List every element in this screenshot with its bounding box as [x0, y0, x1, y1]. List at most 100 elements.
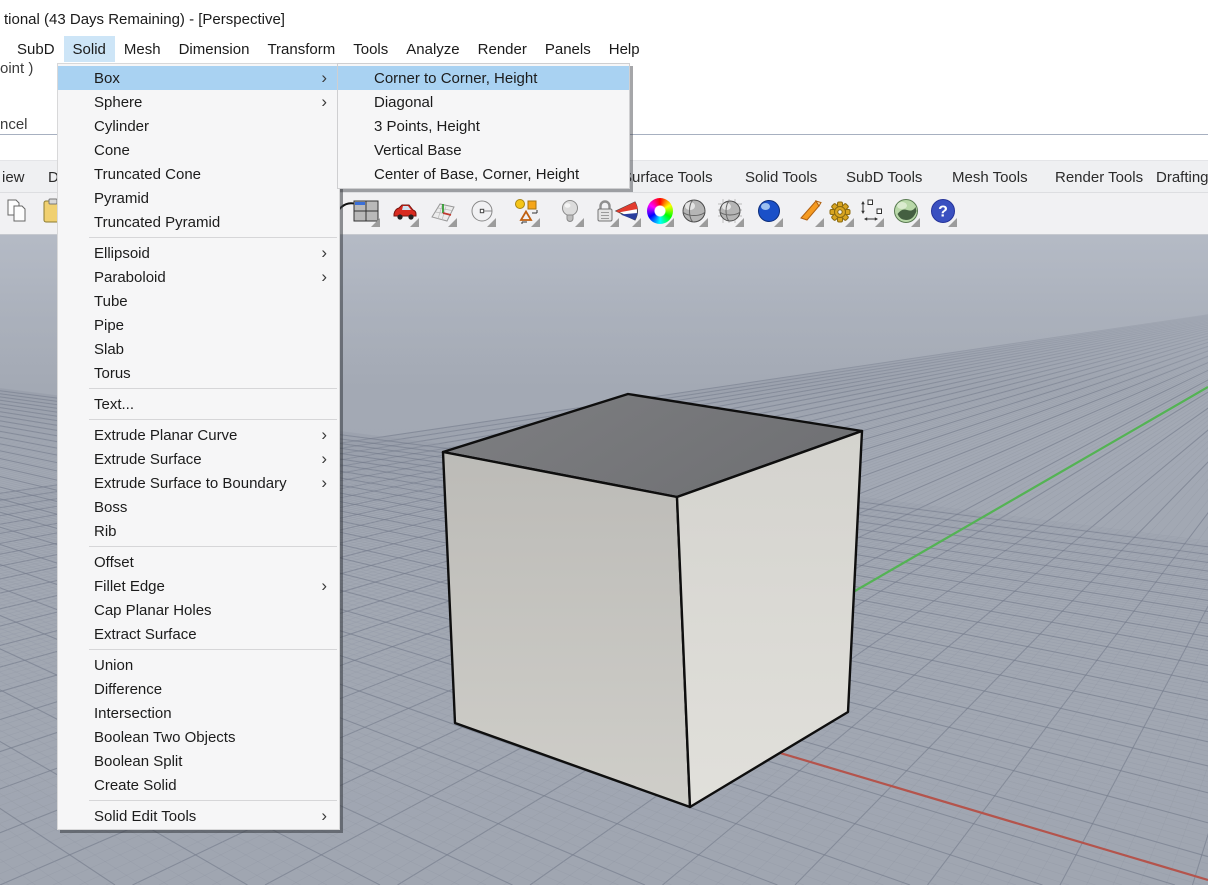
- menu-item-label: Tube: [94, 293, 128, 310]
- menu-separator: [58, 543, 339, 550]
- tab-mesh-tools[interactable]: Mesh Tools: [952, 169, 1028, 186]
- menubar-item-analyze[interactable]: Analyze: [397, 36, 468, 62]
- solid-menu-item-fillet-edge[interactable]: Fillet Edge›: [58, 574, 339, 598]
- menu-item-label: Ellipsoid: [94, 245, 150, 262]
- menu-item-label: Solid Edit Tools: [94, 808, 196, 825]
- menu-separator: [58, 385, 339, 392]
- menubar-item-solid[interactable]: Solid: [64, 36, 115, 62]
- solid-menu-item-truncated-pyramid[interactable]: Truncated Pyramid: [58, 210, 339, 234]
- tab-surface-tools[interactable]: Surface Tools: [622, 169, 713, 186]
- solid-menu-item-cap-planar-holes[interactable]: Cap Planar Holes: [58, 598, 339, 622]
- solid-menu-item-offset[interactable]: Offset: [58, 550, 339, 574]
- solid-menu-item-extrude-surface[interactable]: Extrude Surface›: [58, 447, 339, 471]
- solid-menu-item-box[interactable]: Box›: [58, 66, 339, 90]
- copy-icon[interactable]: [2, 196, 32, 230]
- menu-item-label: Rib: [94, 523, 117, 540]
- gear-icon[interactable]: [825, 196, 855, 230]
- menu-item-label: Extract Surface: [94, 626, 197, 643]
- submenu-arrow-icon: ›: [321, 425, 327, 445]
- box-left-face[interactable]: [443, 452, 690, 807]
- menu-item-label: Boolean Split: [94, 753, 182, 770]
- tab-subd-tools[interactable]: SubD Tools: [846, 169, 922, 186]
- box-submenu-item-center-of-base-corner-height[interactable]: Center of Base, Corner, Height: [338, 162, 629, 186]
- help-icon[interactable]: ?: [928, 196, 958, 230]
- solid-menu-item-extrude-planar-curve[interactable]: Extrude Planar Curve›: [58, 423, 339, 447]
- solid-menu-item-tube[interactable]: Tube: [58, 289, 339, 313]
- pie-icon[interactable]: [612, 196, 642, 230]
- tab-solid-tools[interactable]: Solid Tools: [745, 169, 817, 186]
- x-axis-line: [760, 747, 1208, 880]
- menu-item-label: Boss: [94, 499, 127, 516]
- box-submenu-item-vertical-base[interactable]: Vertical Base: [338, 138, 629, 162]
- menu-item-label: Truncated Cone: [94, 166, 201, 183]
- cone-icon[interactable]: [795, 196, 825, 230]
- selection-filter-icon[interactable]: [511, 196, 541, 230]
- menu-item-label: Union: [94, 657, 133, 674]
- tab-partial-iew[interactable]: iew: [2, 169, 25, 186]
- color-wheel-icon[interactable]: [645, 196, 675, 230]
- submenu-arrow-icon: ›: [321, 576, 327, 596]
- menu-item-label: Extrude Surface to Boundary: [94, 475, 287, 492]
- solid-menu-item-create-solid[interactable]: Create Solid: [58, 773, 339, 797]
- menu-item-label: Box: [94, 70, 120, 87]
- menubar-item-render[interactable]: Render: [469, 36, 536, 62]
- lightbulb-icon[interactable]: [555, 196, 585, 230]
- solid-menu-item-cone[interactable]: Cone: [58, 138, 339, 162]
- box-submenu-item-diagonal[interactable]: Diagonal: [338, 90, 629, 114]
- menu-item-label: Paraboloid: [94, 269, 166, 286]
- menubar-item-tools[interactable]: Tools: [344, 36, 397, 62]
- solid-menu-item-paraboloid[interactable]: Paraboloid›: [58, 265, 339, 289]
- menu-item-label: Cap Planar Holes: [94, 602, 212, 619]
- solid-menu-item-cylinder[interactable]: Cylinder: [58, 114, 339, 138]
- sphere-grid-icon[interactable]: [715, 196, 745, 230]
- solid-menu-item-rib[interactable]: Rib: [58, 519, 339, 543]
- solid-menu-item-extract-surface[interactable]: Extract Surface: [58, 622, 339, 646]
- box-submenu-item-corner-to-corner-height[interactable]: Corner to Corner, Height: [338, 66, 629, 90]
- menu-separator: [58, 416, 339, 423]
- menu-item-label: Text...: [94, 396, 134, 413]
- solid-menu-item-pyramid[interactable]: Pyramid: [58, 186, 339, 210]
- submenu-arrow-icon: ›: [321, 806, 327, 826]
- menu-item-label: Pipe: [94, 317, 124, 334]
- sphere-icon[interactable]: [679, 196, 709, 230]
- car-icon[interactable]: [390, 196, 420, 230]
- menubar-item-panels[interactable]: Panels: [536, 36, 600, 62]
- solid-menu-item-ellipsoid[interactable]: Ellipsoid›: [58, 241, 339, 265]
- menu-item-label: Offset: [94, 554, 134, 571]
- solid-menu-item-slab[interactable]: Slab: [58, 337, 339, 361]
- menu-item-label: Pyramid: [94, 190, 149, 207]
- menubar-item-transform[interactable]: Transform: [258, 36, 344, 62]
- globe-icon[interactable]: [891, 196, 921, 230]
- solid-menu-item-pipe[interactable]: Pipe: [58, 313, 339, 337]
- solid-menu-item-boolean-split[interactable]: Boolean Split: [58, 749, 339, 773]
- solid-menu-item-truncated-cone[interactable]: Truncated Cone: [58, 162, 339, 186]
- solid-menu-item-boolean-two-objects[interactable]: Boolean Two Objects: [58, 725, 339, 749]
- solid-menu-item-union[interactable]: Union: [58, 653, 339, 677]
- tab-drafting[interactable]: Drafting: [1156, 169, 1208, 186]
- solid-menu-item-difference[interactable]: Difference: [58, 677, 339, 701]
- submenu-arrow-icon: ›: [321, 92, 327, 112]
- dimension-icon[interactable]: [855, 196, 885, 230]
- solid-menu-item-intersection[interactable]: Intersection: [58, 701, 339, 725]
- solid-menu-item-extrude-surface-to-boundary[interactable]: Extrude Surface to Boundary›: [58, 471, 339, 495]
- menubar-item-dimension[interactable]: Dimension: [170, 36, 259, 62]
- menu-item-label: Center of Base, Corner, Height: [374, 166, 579, 183]
- viewport-layout-icon[interactable]: [351, 196, 381, 230]
- title-bar: tional (43 Days Remaining) - [Perspectiv…: [0, 0, 1208, 36]
- box-submenu-item-3-points-height[interactable]: 3 Points, Height: [338, 114, 629, 138]
- solid-menu-item-sphere[interactable]: Sphere›: [58, 90, 339, 114]
- solid-menu-item-solid-edit-tools[interactable]: Solid Edit Tools ›: [58, 804, 339, 828]
- menu-item-label: Slab: [94, 341, 124, 358]
- menu-bar: SubDSolidMeshDimensionTransformToolsAnal…: [0, 36, 1208, 62]
- menubar-item-help[interactable]: Help: [600, 36, 649, 62]
- menubar-item-mesh[interactable]: Mesh: [115, 36, 170, 62]
- solid-menu-item-torus[interactable]: Torus: [58, 361, 339, 385]
- cplane-icon[interactable]: [428, 196, 458, 230]
- solid-menu-item-text[interactable]: Text...: [58, 392, 339, 416]
- tab-render-tools[interactable]: Render Tools: [1055, 169, 1143, 186]
- circle-icon[interactable]: [467, 196, 497, 230]
- menubar-item-subd[interactable]: SubD: [8, 36, 64, 62]
- sphere-blue-icon[interactable]: [754, 196, 784, 230]
- menu-item-label: Difference: [94, 681, 162, 698]
- solid-menu-item-boss[interactable]: Boss: [58, 495, 339, 519]
